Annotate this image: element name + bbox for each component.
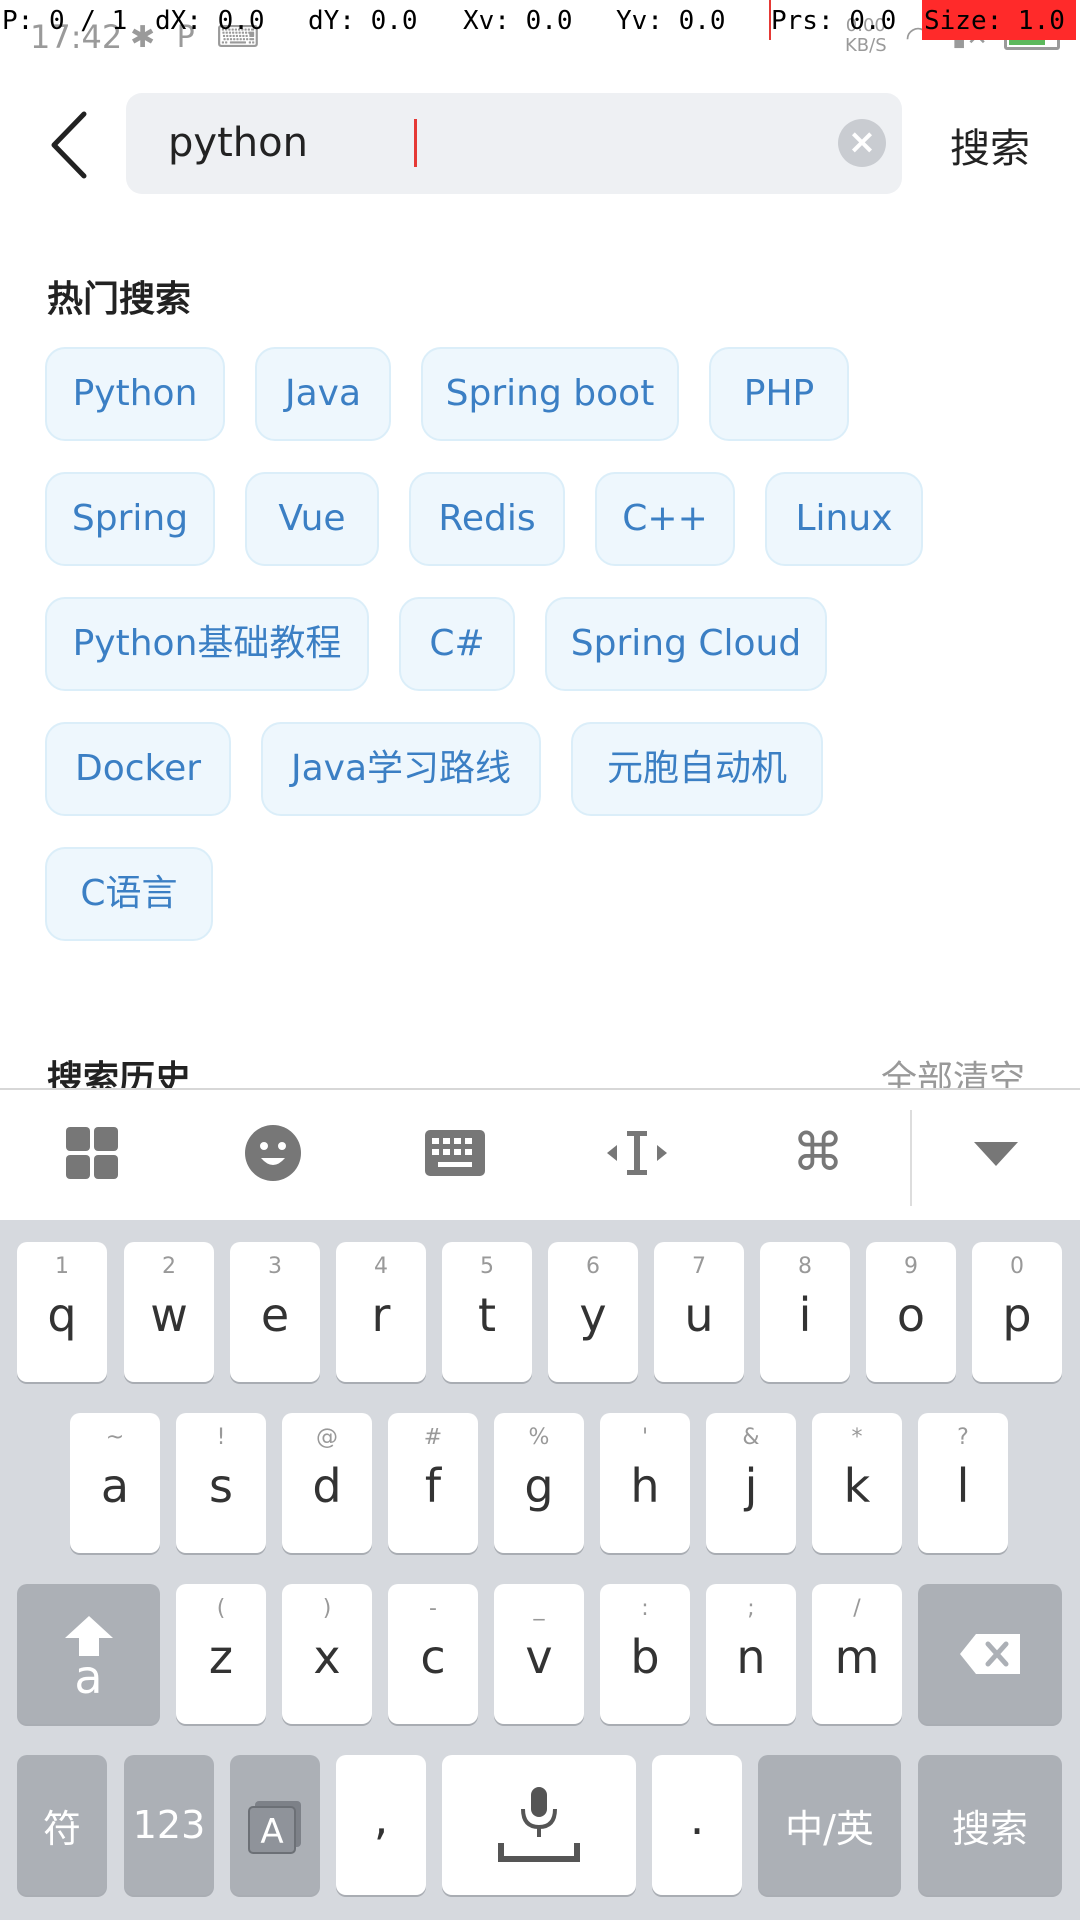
hot-tag[interactable]: 元胞自动机 — [571, 722, 823, 816]
font-a-icon: A — [248, 1801, 301, 1854]
hot-tag[interactable]: Java — [255, 347, 391, 441]
hot-tag[interactable]: C# — [399, 597, 515, 691]
enter-search-key[interactable]: 搜索 — [918, 1755, 1062, 1895]
key-v[interactable]: _ v — [494, 1584, 584, 1724]
clear-icon[interactable]: × — [838, 119, 886, 167]
key-u[interactable]: 7u — [654, 1242, 744, 1382]
hot-tag[interactable]: Python — [45, 347, 225, 441]
key-l[interactable]: ? l — [918, 1413, 1008, 1553]
hot-tag[interactable]: Docker — [45, 722, 231, 816]
toolbar-divider — [910, 1110, 912, 1206]
collapse-keyboard-icon[interactable] — [961, 1118, 1031, 1188]
key-z[interactable]: (z — [176, 1584, 266, 1724]
debug-prs: Prs: 0.0 — [771, 6, 897, 36]
search-box[interactable]: × — [126, 93, 902, 194]
key-d[interactable]: @ d — [282, 1413, 372, 1553]
emoji-icon[interactable] — [238, 1118, 308, 1188]
microphone-icon — [498, 1787, 580, 1862]
svg-text:A: A — [260, 1812, 283, 1852]
chevron-left-icon — [51, 111, 87, 179]
key-j[interactable]: & j — [706, 1413, 796, 1553]
key-e[interactable]: 3e — [230, 1242, 320, 1382]
debug-xv: Xv: 0.0 — [463, 6, 573, 36]
debug-size: Size: 1.0 — [924, 6, 1065, 36]
hot-tag[interactable]: Linux — [765, 472, 923, 566]
hot-tag[interactable]: Vue — [245, 472, 379, 566]
shift-key[interactable]: a — [17, 1584, 160, 1724]
key-n[interactable]: ; n — [706, 1584, 796, 1724]
space-key[interactable] — [442, 1755, 636, 1895]
grid-menu-icon[interactable] — [57, 1118, 127, 1188]
hot-tag[interactable]: C语言 — [45, 847, 213, 941]
key-r[interactable]: 4r — [336, 1242, 426, 1382]
key-a[interactable]: ~ a — [70, 1413, 160, 1553]
comma-key[interactable]: , — [336, 1755, 426, 1895]
back-button[interactable] — [40, 100, 100, 190]
key-t[interactable]: 5t — [442, 1242, 532, 1382]
backspace-key[interactable] — [918, 1584, 1062, 1724]
debug-dy: dY: 0.0 — [308, 6, 418, 36]
handwriting-key[interactable]: A — [230, 1755, 320, 1895]
period-key[interactable]: . — [652, 1755, 742, 1895]
search-button[interactable]: 搜索 — [950, 116, 1030, 174]
hot-tag[interactable]: PHP — [709, 347, 849, 441]
key-k[interactable]: * k — [812, 1413, 902, 1553]
cursor-move-icon[interactable] — [602, 1118, 672, 1188]
keyboard-icon[interactable] — [420, 1118, 490, 1188]
hot-tag[interactable]: Java学习路线 — [261, 722, 541, 816]
symbols-key[interactable]: 符 — [17, 1755, 107, 1895]
hot-tag[interactable]: Spring Cloud — [545, 597, 827, 691]
text-caret — [414, 119, 417, 167]
key-w[interactable]: 2w — [124, 1242, 214, 1382]
key-i[interactable]: 8i — [760, 1242, 850, 1382]
key-b[interactable]: :b — [600, 1584, 690, 1724]
debug-yv: Yv: 0.0 — [616, 6, 726, 36]
key-q[interactable]: 1q — [17, 1242, 107, 1382]
key-p[interactable]: 0p — [972, 1242, 1062, 1382]
key-g[interactable]: % g — [494, 1413, 584, 1553]
key-o[interactable]: 9o — [866, 1242, 956, 1382]
shift-key-label: a — [74, 1650, 103, 1704]
hot-tag[interactable]: Spring boot — [421, 347, 679, 441]
language-switch-key[interactable]: 中/英 — [758, 1755, 901, 1895]
debug-p: P: 0 / 1 — [2, 6, 128, 36]
keyboard-toolbar: ⌘ — [0, 1088, 1080, 1220]
search-input[interactable] — [168, 111, 768, 175]
key-c[interactable]: -c — [388, 1584, 478, 1724]
hot-tag[interactable]: Redis — [409, 472, 565, 566]
hot-tag[interactable]: Python基础教程 — [45, 597, 369, 691]
key-h[interactable]: ' h — [600, 1413, 690, 1553]
key-x[interactable]: ) x — [282, 1584, 372, 1724]
key-m[interactable]: / m — [812, 1584, 902, 1724]
key-s[interactable]: ! s — [176, 1413, 266, 1553]
numbers-key[interactable]: 123 — [124, 1755, 214, 1895]
soft-keyboard: 1q 2w 3e 4r 5t 6y 7u 8i 9o 0p ~ a ! s @ d #… — [0, 1220, 1080, 1920]
pointer-debug-overlay: P: 0 / 1 dX: 0.0 dY: 0.0 Xv: 0.0 Yv: 0.0… — [0, 0, 1080, 40]
key-f[interactable]: # f — [388, 1413, 478, 1553]
debug-dx: dX: 0.0 — [155, 6, 265, 36]
hot-search-title: 热门搜索 — [47, 279, 192, 320]
command-icon[interactable]: ⌘ — [783, 1118, 853, 1188]
backspace-icon — [960, 1634, 1020, 1674]
hot-tag[interactable]: Spring — [45, 472, 215, 566]
key-y[interactable]: 6y — [548, 1242, 638, 1382]
hot-tag[interactable]: C++ — [595, 472, 735, 566]
